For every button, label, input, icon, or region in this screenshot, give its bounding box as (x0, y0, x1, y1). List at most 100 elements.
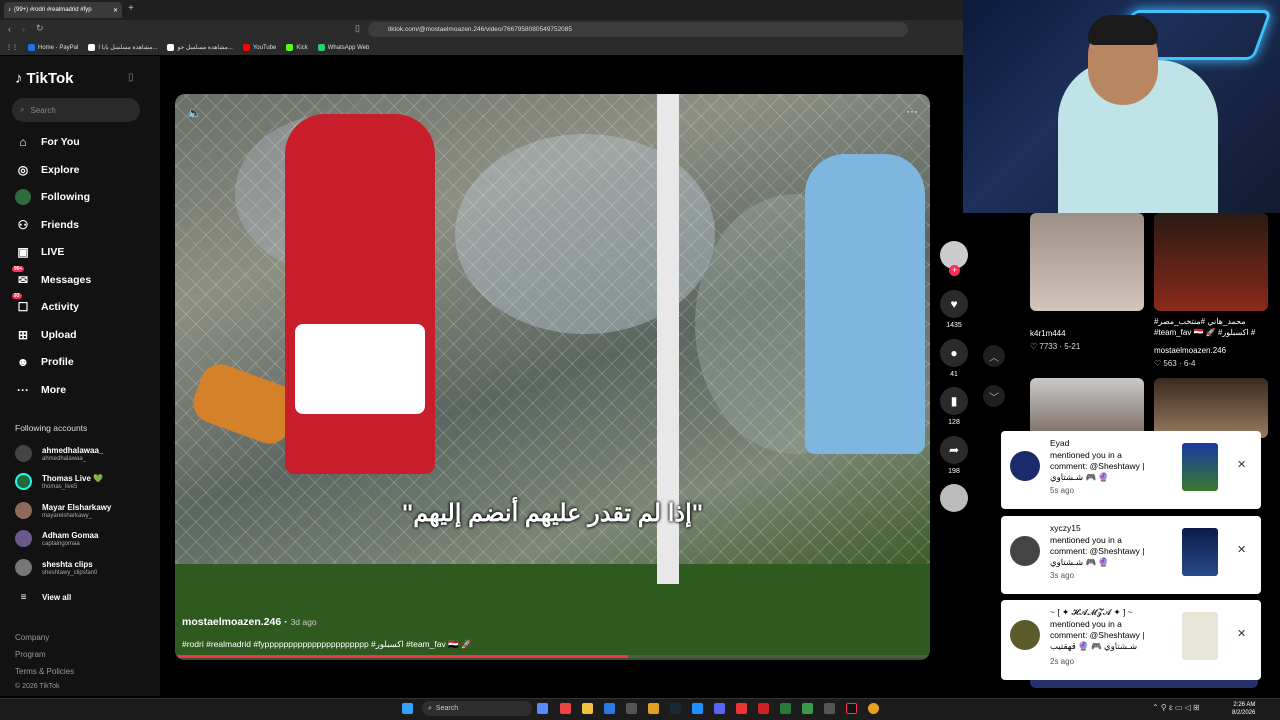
taskbar-search[interactable]: ⌕ Search (422, 701, 532, 716)
notification-toast[interactable]: Eyad mentioned you in a comment: @Shesht… (1001, 431, 1261, 509)
tiktok-note-icon: ♪ (15, 70, 23, 87)
nav-following[interactable]: Following (15, 189, 90, 205)
bookmark-label: مشاهدة مسلسل جو... (177, 45, 233, 51)
previous-video-button[interactable]: ︿ (983, 345, 1005, 367)
steam-icon[interactable] (670, 703, 681, 714)
nav-upload[interactable]: ⊞ Upload (15, 327, 77, 343)
file-explorer-icon[interactable] (582, 703, 593, 714)
close-icon[interactable]: ✕ (1237, 627, 1246, 640)
footer-terms-link[interactable]: Terms & Policies (15, 667, 74, 676)
volume-icon[interactable]: 🔈 (187, 106, 202, 120)
collapse-sidebar-icon[interactable]: ▯ (128, 72, 134, 83)
brave-icon[interactable] (560, 703, 571, 714)
grid-author[interactable]: k4r1m444 (1030, 329, 1066, 338)
forward-icon[interactable]: › (22, 24, 25, 34)
footer-program-link[interactable]: Program (15, 650, 46, 659)
account-item[interactable]: Mayar Elsharkawy mayarelsharkawy_ (15, 502, 111, 519)
bookmark-youtube[interactable]: YouTube (242, 44, 276, 51)
new-tab-icon[interactable]: + (128, 3, 134, 14)
message-icon: ✉ 99+ (12, 266, 29, 287)
notification-thumbnail (1182, 612, 1218, 660)
bookmark-paypal[interactable]: Home - PayPal (28, 44, 78, 51)
grid-caption[interactable]: #محمد_هاني #منتخب_مصر #team_fav 🇪🇬 🚀 #اك… (1154, 316, 1264, 338)
video-author[interactable]: mostaelmoazen.246 · 3d ago (182, 616, 317, 628)
more-options-icon[interactable]: ··· (906, 104, 918, 118)
close-tab-icon[interactable]: ✕ (113, 7, 118, 14)
account-item[interactable]: sheshta clips sheshtawy_clipsfan0 (15, 559, 97, 576)
account-item[interactable]: Thomas Live 💚 thomas_live5 (15, 473, 103, 490)
store-icon[interactable] (604, 703, 615, 714)
chrome-icon[interactable] (868, 703, 879, 714)
back-icon[interactable]: ‹ (8, 24, 11, 34)
settings-icon[interactable] (626, 703, 637, 714)
nav-explore[interactable]: ◎ Explore (15, 162, 80, 178)
edge-icon[interactable] (692, 703, 703, 714)
account-item[interactable]: Adham Gomaa captaingomaa (15, 530, 98, 547)
windows-start-icon[interactable] (402, 703, 413, 714)
url-field[interactable]: tiktok.com/@mostaelmoazen.246/video/7667… (368, 22, 908, 37)
list-icon: ≡ (20, 592, 27, 603)
sound-disc-icon[interactable] (940, 484, 968, 512)
account-item[interactable]: ahmedhalawaa_ ahmedhalawaa_ (15, 445, 103, 462)
adobe-icon[interactable] (758, 703, 769, 714)
system-tray-icons[interactable]: ⌃ ⚲ ɛ ▭ ◁ ⊞ (1152, 703, 1200, 712)
video-progress-bar[interactable] (175, 655, 930, 658)
tiktok-icon[interactable] (846, 703, 857, 714)
follow-plus-icon[interactable]: + (949, 265, 960, 276)
player-shorts-figure (295, 324, 425, 414)
save-button[interactable]: ▮ 128 (940, 387, 968, 426)
bookmark-whatsapp[interactable]: WhatsApp Web (317, 44, 370, 51)
grid-video-thumbnail[interactable] (1030, 378, 1144, 438)
app-icon[interactable] (824, 703, 835, 714)
like-button[interactable]: ♥ 1435 (940, 290, 968, 329)
discord-icon[interactable] (714, 703, 725, 714)
bookmark-kick[interactable]: Kick (286, 44, 308, 51)
app-icon[interactable] (780, 703, 791, 714)
nav-messages[interactable]: ✉ 99+ Messages (12, 266, 91, 288)
app-icon[interactable] (648, 703, 659, 714)
notification-time: 3s ago (1050, 571, 1075, 580)
nav-live[interactable]: ▣ LIVE (15, 244, 64, 260)
nav-profile[interactable]: ☻ Profile (15, 354, 74, 370)
account-handle: captaingomaa (42, 540, 80, 547)
next-video-button[interactable]: ﹀ (983, 385, 1005, 407)
nav-more[interactable]: ··· More (15, 382, 66, 398)
upload-icon: ⊞ (17, 328, 29, 342)
account-handle: sheshtawy_clipsfan0 (42, 569, 98, 576)
grid-author[interactable]: mostaelmoazen.246 (1154, 346, 1226, 355)
grid-video-thumbnail[interactable] (1154, 378, 1268, 438)
save-count: 128 (948, 419, 960, 426)
nav-activity[interactable]: ☐ 93 Activity (12, 293, 79, 315)
close-icon[interactable]: ✕ (1237, 543, 1246, 556)
like-count: 1435 (946, 322, 962, 329)
close-icon[interactable]: ✕ (1237, 458, 1246, 471)
notification-toast[interactable]: xyczy15 mentioned you in a comment: @She… (1001, 516, 1261, 594)
app-icon[interactable] (802, 703, 813, 714)
nav-for-you[interactable]: ⌂ For You (15, 134, 79, 150)
bookmark-label: WhatsApp Web (327, 44, 370, 51)
nav-label: Upload (41, 329, 77, 341)
bookmark-series-1[interactable]: مشاهدة مسلسل بابا ا... (88, 44, 157, 51)
notification-avatar (1010, 451, 1040, 481)
clock-time: 2:26 AM (1233, 702, 1256, 708)
apps-icon[interactable]: ⋮⋮ (6, 44, 18, 51)
video-player[interactable]: "إذا لم تقدر عليهم أنضم إليهم" 🔈 ··· mos… (175, 94, 930, 660)
bookmark-icon[interactable]: ▯ (355, 23, 360, 34)
search-icon: ⌕ (20, 105, 25, 114)
tiktok-logo[interactable]: ♪ TikTok (15, 70, 73, 87)
share-button[interactable]: ➦ 198 (940, 436, 968, 475)
taskbar-clock[interactable]: 2:26 AM 8/2/2026 (1232, 701, 1255, 717)
footer-company-link[interactable]: Company (15, 633, 49, 642)
grid-video-thumbnail[interactable] (1030, 213, 1144, 311)
reload-icon[interactable]: ↻ (36, 23, 44, 34)
nav-friends[interactable]: ⚇ Friends (15, 217, 79, 233)
copilot-icon[interactable] (537, 703, 548, 714)
grid-video-thumbnail[interactable] (1154, 213, 1268, 311)
comment-button[interactable]: ● 41 (940, 339, 968, 378)
search-input[interactable]: ⌕ Search (12, 98, 140, 122)
view-all-button[interactable]: ≡ View all (15, 592, 72, 603)
notification-time: 2s ago (1050, 657, 1075, 666)
app-icon[interactable] (736, 703, 747, 714)
bookmark-series-2[interactable]: مشاهدة مسلسل جو... (167, 44, 233, 51)
browser-tab[interactable]: ♪ (99+) #rodri #realmadrid #fyp ✕ (4, 2, 122, 18)
